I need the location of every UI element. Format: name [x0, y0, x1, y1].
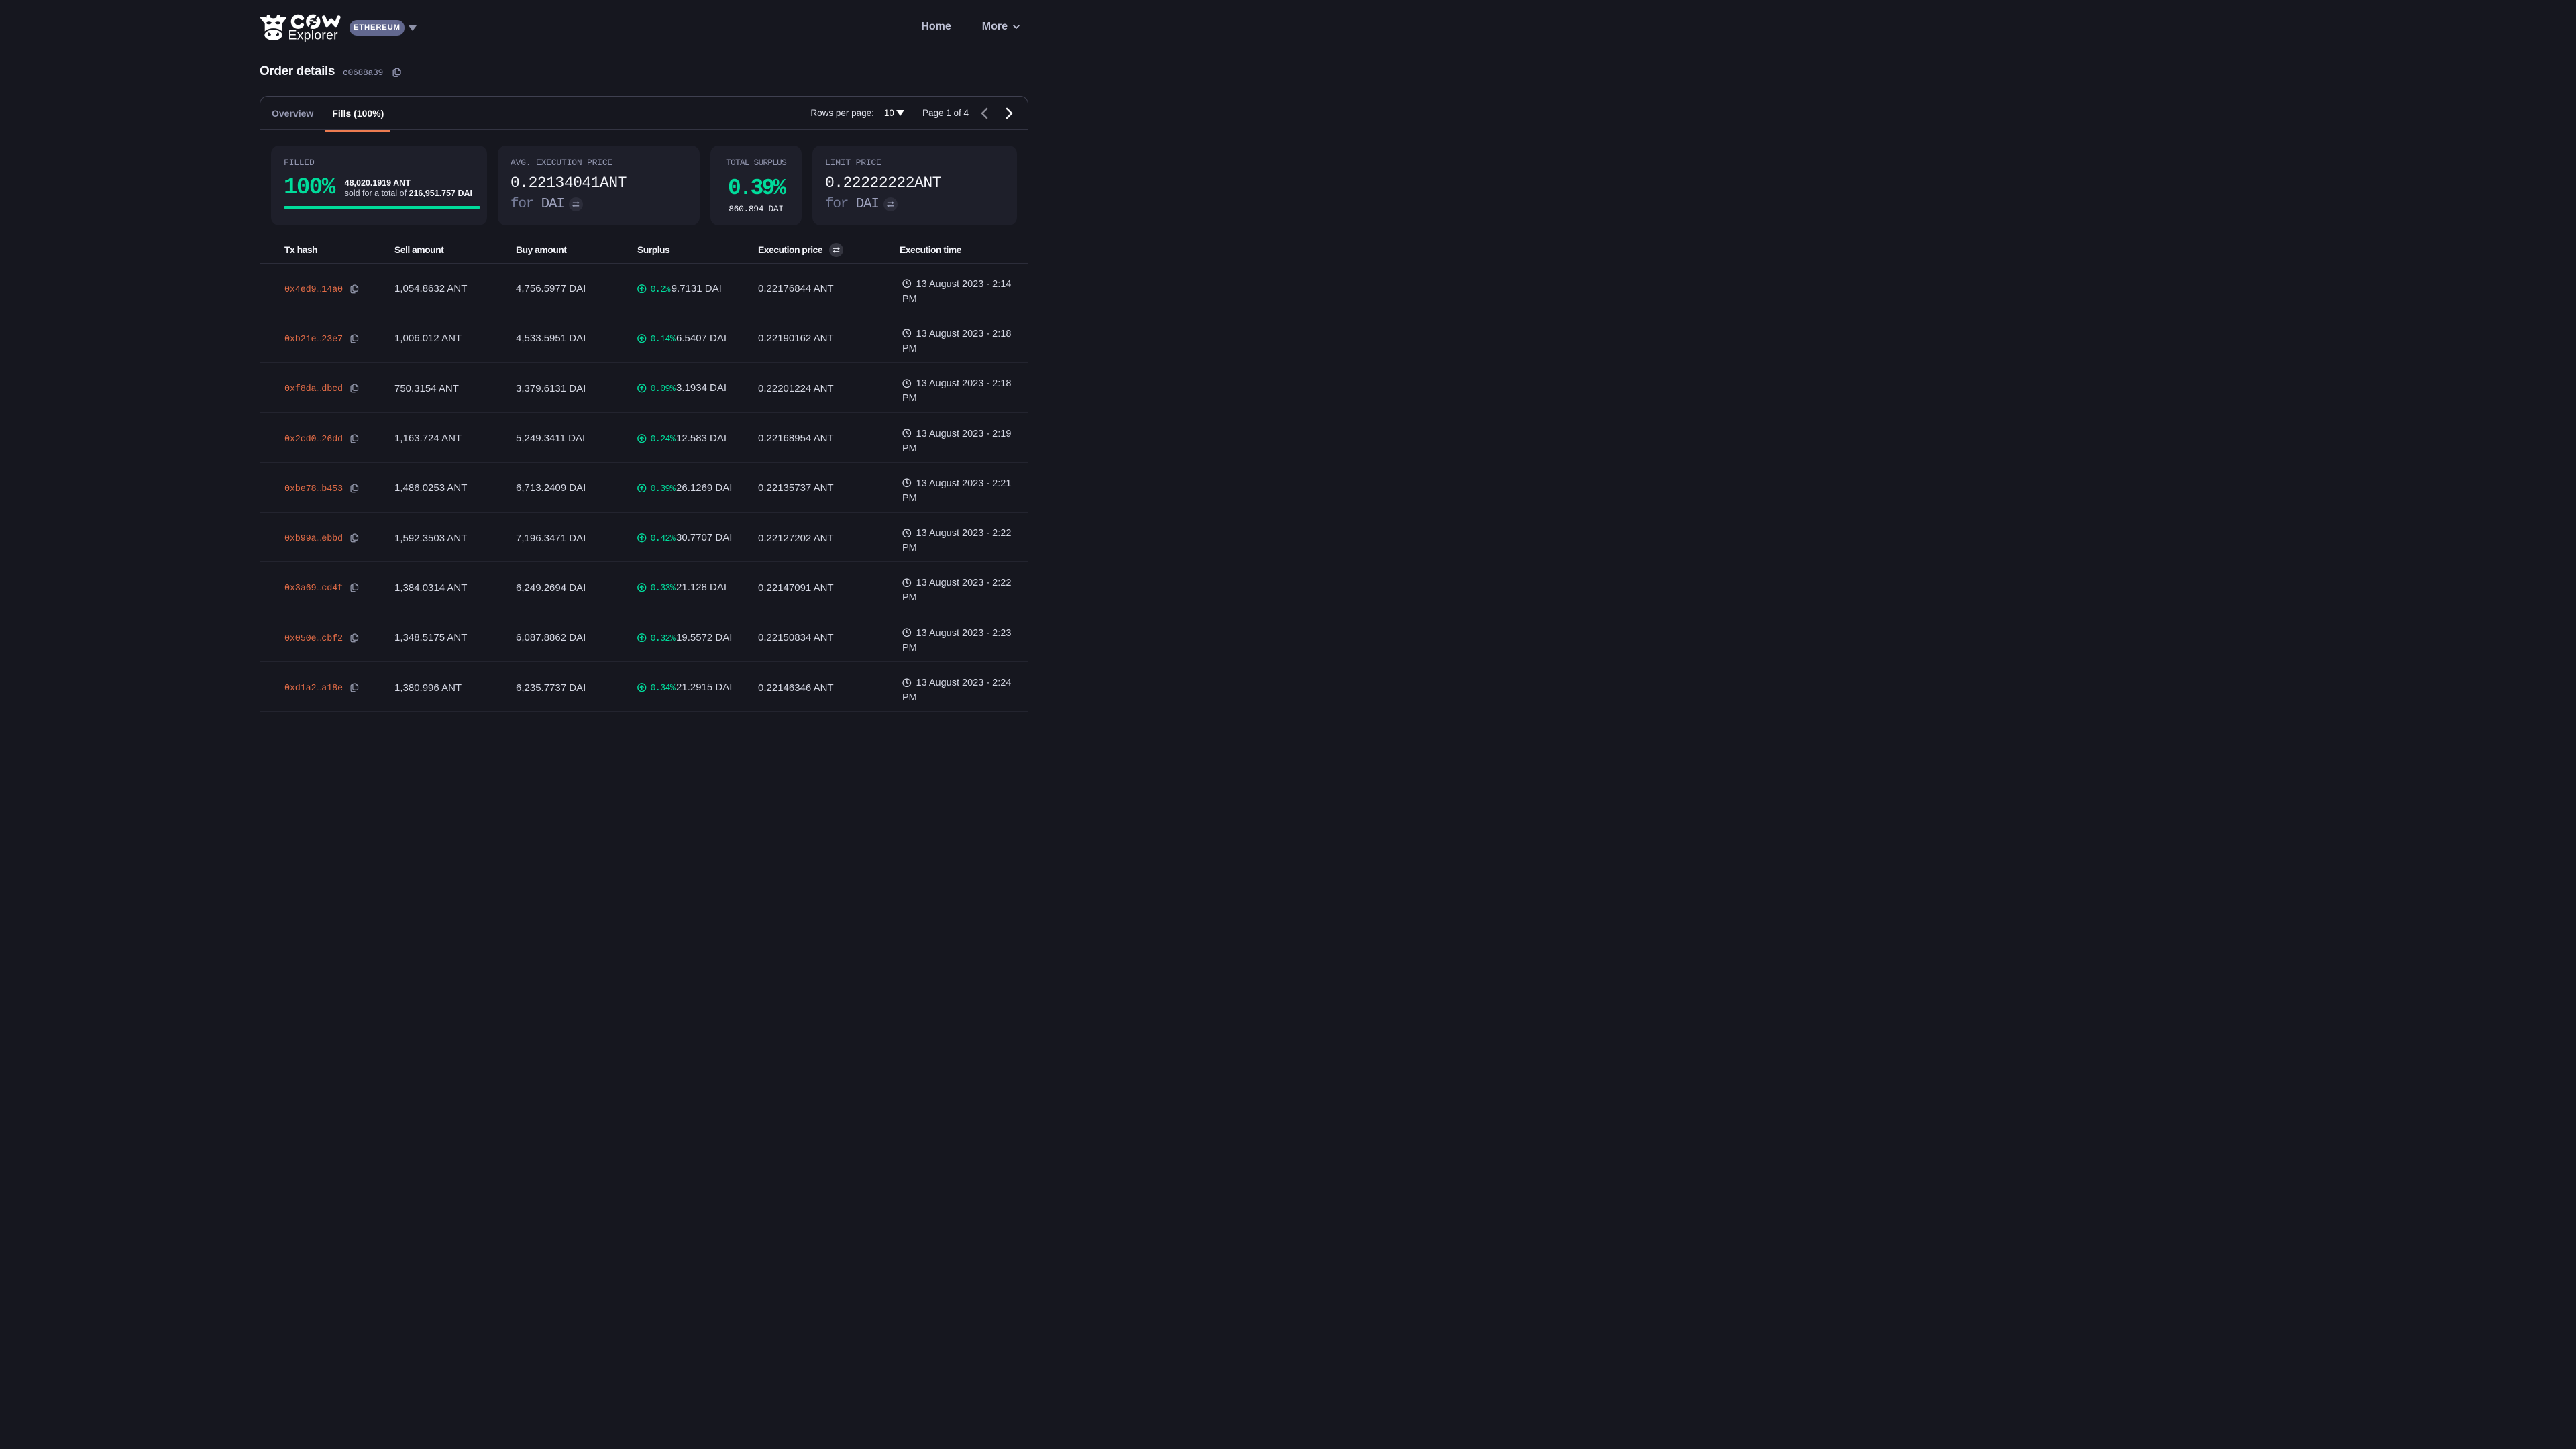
svg-text:Explorer: Explorer: [288, 28, 339, 43]
